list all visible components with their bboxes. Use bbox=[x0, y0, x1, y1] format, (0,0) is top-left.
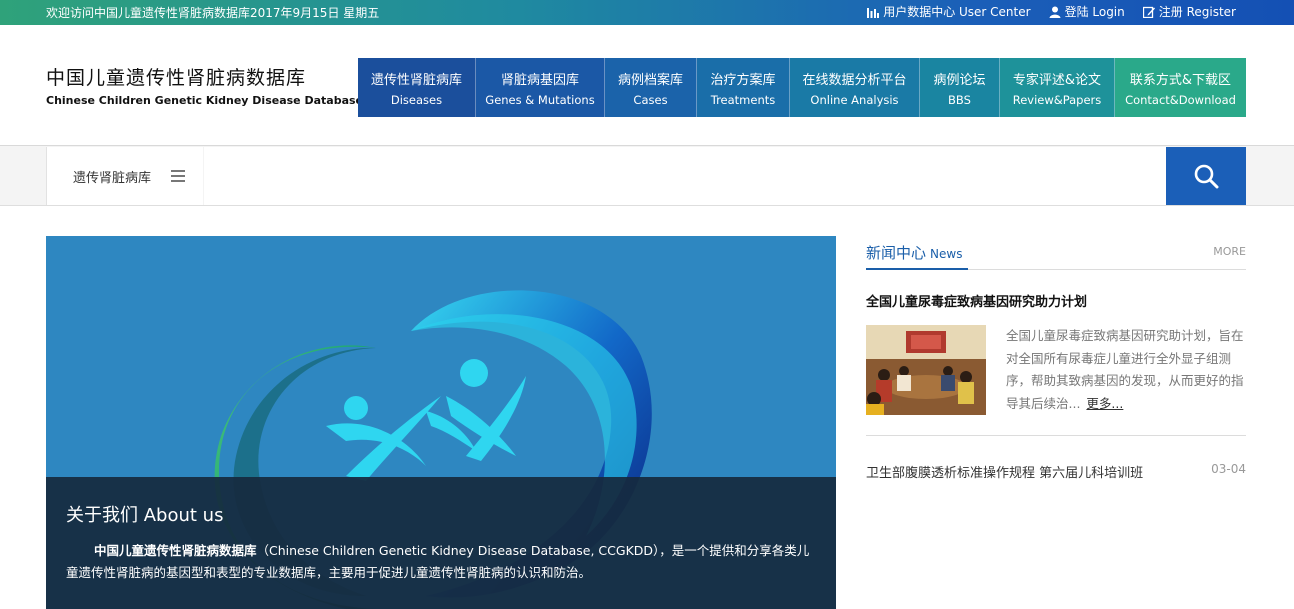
hero-banner: 关于我们 About us 中国儿童遗传性肾脏病数据库（Chinese Chil… bbox=[46, 236, 836, 609]
nav-item-contact-download[interactable]: 联系方式&下载区 Contact&Download bbox=[1115, 58, 1246, 117]
about-us-panel: 关于我们 About us 中国儿童遗传性肾脏病数据库（Chinese Chil… bbox=[46, 477, 836, 609]
edit-icon bbox=[1142, 6, 1155, 18]
nav-item-bbs[interactable]: 病例论坛 BBS bbox=[920, 58, 1000, 117]
search-button[interactable] bbox=[1166, 147, 1246, 205]
nav-item-label-en: Review&Papers bbox=[1012, 92, 1102, 107]
user-center-label: 用户数据中心 User Center bbox=[883, 5, 1031, 19]
user-icon bbox=[1049, 6, 1061, 18]
search-bar: 遗传肾脏病库 bbox=[0, 146, 1294, 206]
about-us-name: 中国儿童遗传性肾脏病数据库 bbox=[94, 543, 257, 558]
login-link[interactable]: 登陆 Login bbox=[1049, 3, 1125, 20]
menu-icon bbox=[171, 170, 185, 182]
nav-item-label-cn: 联系方式&下载区 bbox=[1129, 72, 1232, 88]
nav-item-review-papers[interactable]: 专家评述&论文 Review&Papers bbox=[1000, 58, 1115, 117]
site-logo[interactable]: 中国儿童遗传性肾脏病数据库 Chinese Children Genetic K… bbox=[46, 63, 363, 107]
featured-news-summary-text: 全国儿童尿毒症致病基因研究助计划，旨在对全国所有尿毒症儿童进行全外显子组测序，帮… bbox=[1006, 328, 1244, 411]
news-item-title: 卫生部腹膜透析标准操作规程 第六届儿科培训班 bbox=[866, 466, 1144, 481]
news-item-date: 03-04 bbox=[1211, 462, 1246, 476]
nav-item-label-en: Genes & Mutations bbox=[485, 92, 595, 107]
search-input[interactable] bbox=[204, 147, 1166, 205]
featured-news-more-link[interactable]: 更多... bbox=[1086, 396, 1123, 411]
nav-item-label-cn: 在线数据分析平台 bbox=[802, 72, 907, 88]
search-icon bbox=[1194, 164, 1219, 189]
bar-chart-icon bbox=[867, 7, 880, 18]
top-links: 用户数据中心 User Center 登陆 Login 注册 Register bbox=[867, 3, 1236, 20]
nav-item-cases[interactable]: 病例档案库 Cases bbox=[605, 58, 697, 117]
nav-item-label-cn: 病例档案库 bbox=[617, 72, 683, 88]
nav-item-label-cn: 病例论坛 bbox=[933, 72, 986, 88]
nav-item-online-analysis[interactable]: 在线数据分析平台 Online Analysis bbox=[790, 58, 920, 117]
nav-item-label-cn: 肾脏病基因库 bbox=[500, 72, 579, 88]
nav-item-treatments[interactable]: 治疗方案库 Treatments bbox=[697, 58, 790, 117]
nav-item-label-cn: 遗传性肾脏病库 bbox=[370, 72, 462, 88]
nav-item-label-en: Diseases bbox=[390, 92, 443, 107]
about-us-title: 关于我们 About us bbox=[66, 505, 224, 526]
news-header: 新闻中心 News MORE bbox=[866, 236, 1246, 270]
meeting-photo-image bbox=[866, 325, 986, 415]
news-divider bbox=[866, 435, 1246, 436]
nav-item-label-cn: 专家评述&论文 bbox=[1012, 72, 1102, 88]
news-title-en: News bbox=[930, 247, 963, 261]
nav-item-label-en: Contact&Download bbox=[1125, 92, 1236, 107]
featured-news-title[interactable]: 全国儿童尿毒症致病基因研究助力计划 bbox=[866, 291, 1087, 310]
nav-item-label-en: BBS bbox=[948, 92, 971, 107]
site-title-cn: 中国儿童遗传性肾脏病数据库 bbox=[46, 67, 307, 89]
top-bar: 欢迎访问中国儿童遗传性肾脏病数据库2017年9月15日 星期五 用户数据中心 U… bbox=[0, 0, 1294, 25]
nav-item-label-en: Cases bbox=[633, 92, 668, 107]
search-category-select[interactable]: 遗传肾脏病库 bbox=[46, 147, 203, 205]
site-title-en: Chinese Children Genetic Kidney Disease … bbox=[46, 94, 363, 107]
register-link[interactable]: 注册 Register bbox=[1142, 3, 1236, 20]
nav-item-label-en: Treatments bbox=[710, 92, 776, 107]
nav-item-label-en: Online Analysis bbox=[810, 92, 899, 107]
main-nav: 遗传性肾脏病库 Diseases 肾脏病基因库 Genes & Mutation… bbox=[358, 58, 1246, 117]
register-label: 注册 Register bbox=[1158, 5, 1236, 19]
featured-news-thumbnail[interactable] bbox=[866, 325, 986, 415]
user-center-link[interactable]: 用户数据中心 User Center bbox=[867, 3, 1031, 20]
search-category-label: 遗传肾脏病库 bbox=[73, 170, 152, 186]
news-title-cn: 新闻中心 bbox=[866, 244, 927, 262]
nav-item-genes[interactable]: 肾脏病基因库 Genes & Mutations bbox=[476, 58, 605, 117]
news-title-underline bbox=[866, 268, 968, 270]
nav-item-label-cn: 治疗方案库 bbox=[710, 72, 776, 88]
news-list-item[interactable]: 卫生部腹膜透析标准操作规程 第六届儿科培训班 03-04 bbox=[866, 462, 1246, 481]
nav-item-diseases[interactable]: 遗传性肾脏病库 Diseases bbox=[358, 58, 476, 117]
news-more-link[interactable]: MORE bbox=[1213, 245, 1246, 258]
login-label: 登陆 Login bbox=[1064, 5, 1125, 19]
about-us-text: 中国儿童遗传性肾脏病数据库（Chinese Children Genetic K… bbox=[66, 540, 816, 584]
featured-news-summary: 全国儿童尿毒症致病基因研究助计划，旨在对全国所有尿毒症儿童进行全外显子组测序，帮… bbox=[1006, 325, 1246, 415]
welcome-text: 欢迎访问中国儿童遗传性肾脏病数据库2017年9月15日 星期五 bbox=[46, 6, 380, 20]
news-title: 新闻中心 News bbox=[866, 242, 962, 263]
news-panel: 新闻中心 News MORE 全国儿童尿毒症致病基因研究助力计划 全国儿童尿毒症致… bbox=[866, 236, 1246, 481]
